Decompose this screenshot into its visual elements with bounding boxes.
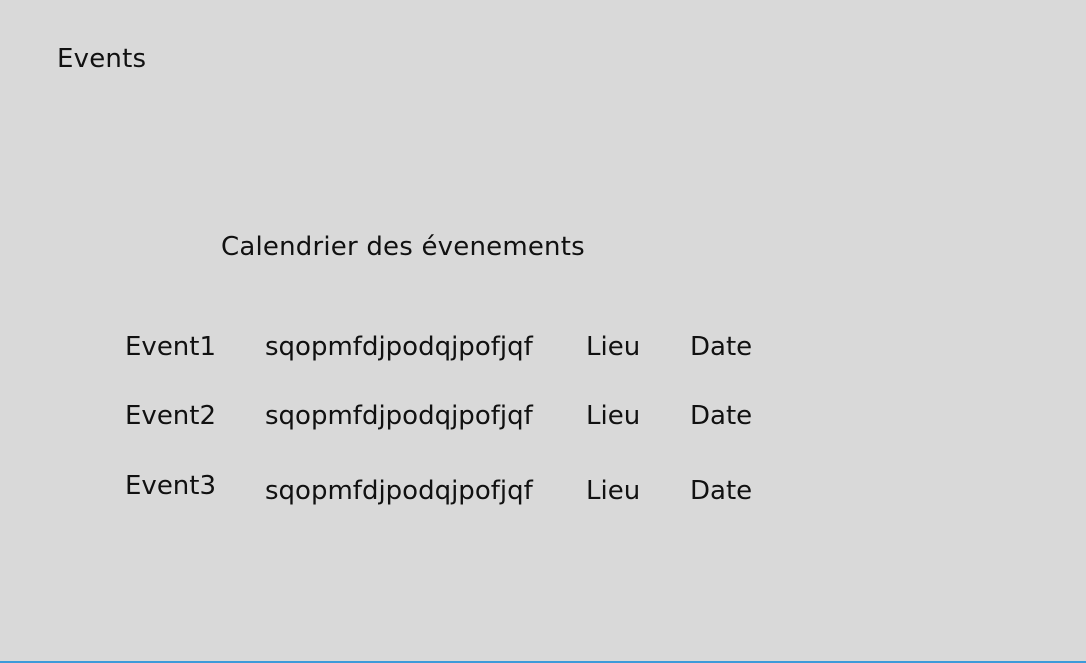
event-row: Event1 sqopmfdjpodqjpofjqf Lieu Date [0, 332, 1086, 372]
event-description: sqopmfdjpodqjpofjqf [265, 401, 533, 431]
event-place: Lieu [586, 332, 641, 362]
event-name: Event1 [125, 332, 217, 362]
event-place: Lieu [586, 401, 641, 431]
event-name: Event2 [125, 401, 217, 431]
event-description: sqopmfdjpodqjpofjqf [265, 476, 533, 506]
event-row: Event3 sqopmfdjpodqjpofjqf Lieu Date [0, 471, 1086, 511]
page-canvas: Events Calendrier des évenements Event1 … [0, 0, 1086, 663]
page-title: Events [57, 44, 147, 74]
event-description: sqopmfdjpodqjpofjqf [265, 332, 533, 362]
event-place: Lieu [586, 476, 641, 506]
calendar-title: Calendrier des évenements [221, 232, 585, 262]
event-row: Event2 sqopmfdjpodqjpofjqf Lieu Date [0, 401, 1086, 441]
event-date: Date [690, 476, 753, 506]
event-name: Event3 [125, 471, 217, 501]
event-date: Date [690, 332, 753, 362]
event-date: Date [690, 401, 753, 431]
